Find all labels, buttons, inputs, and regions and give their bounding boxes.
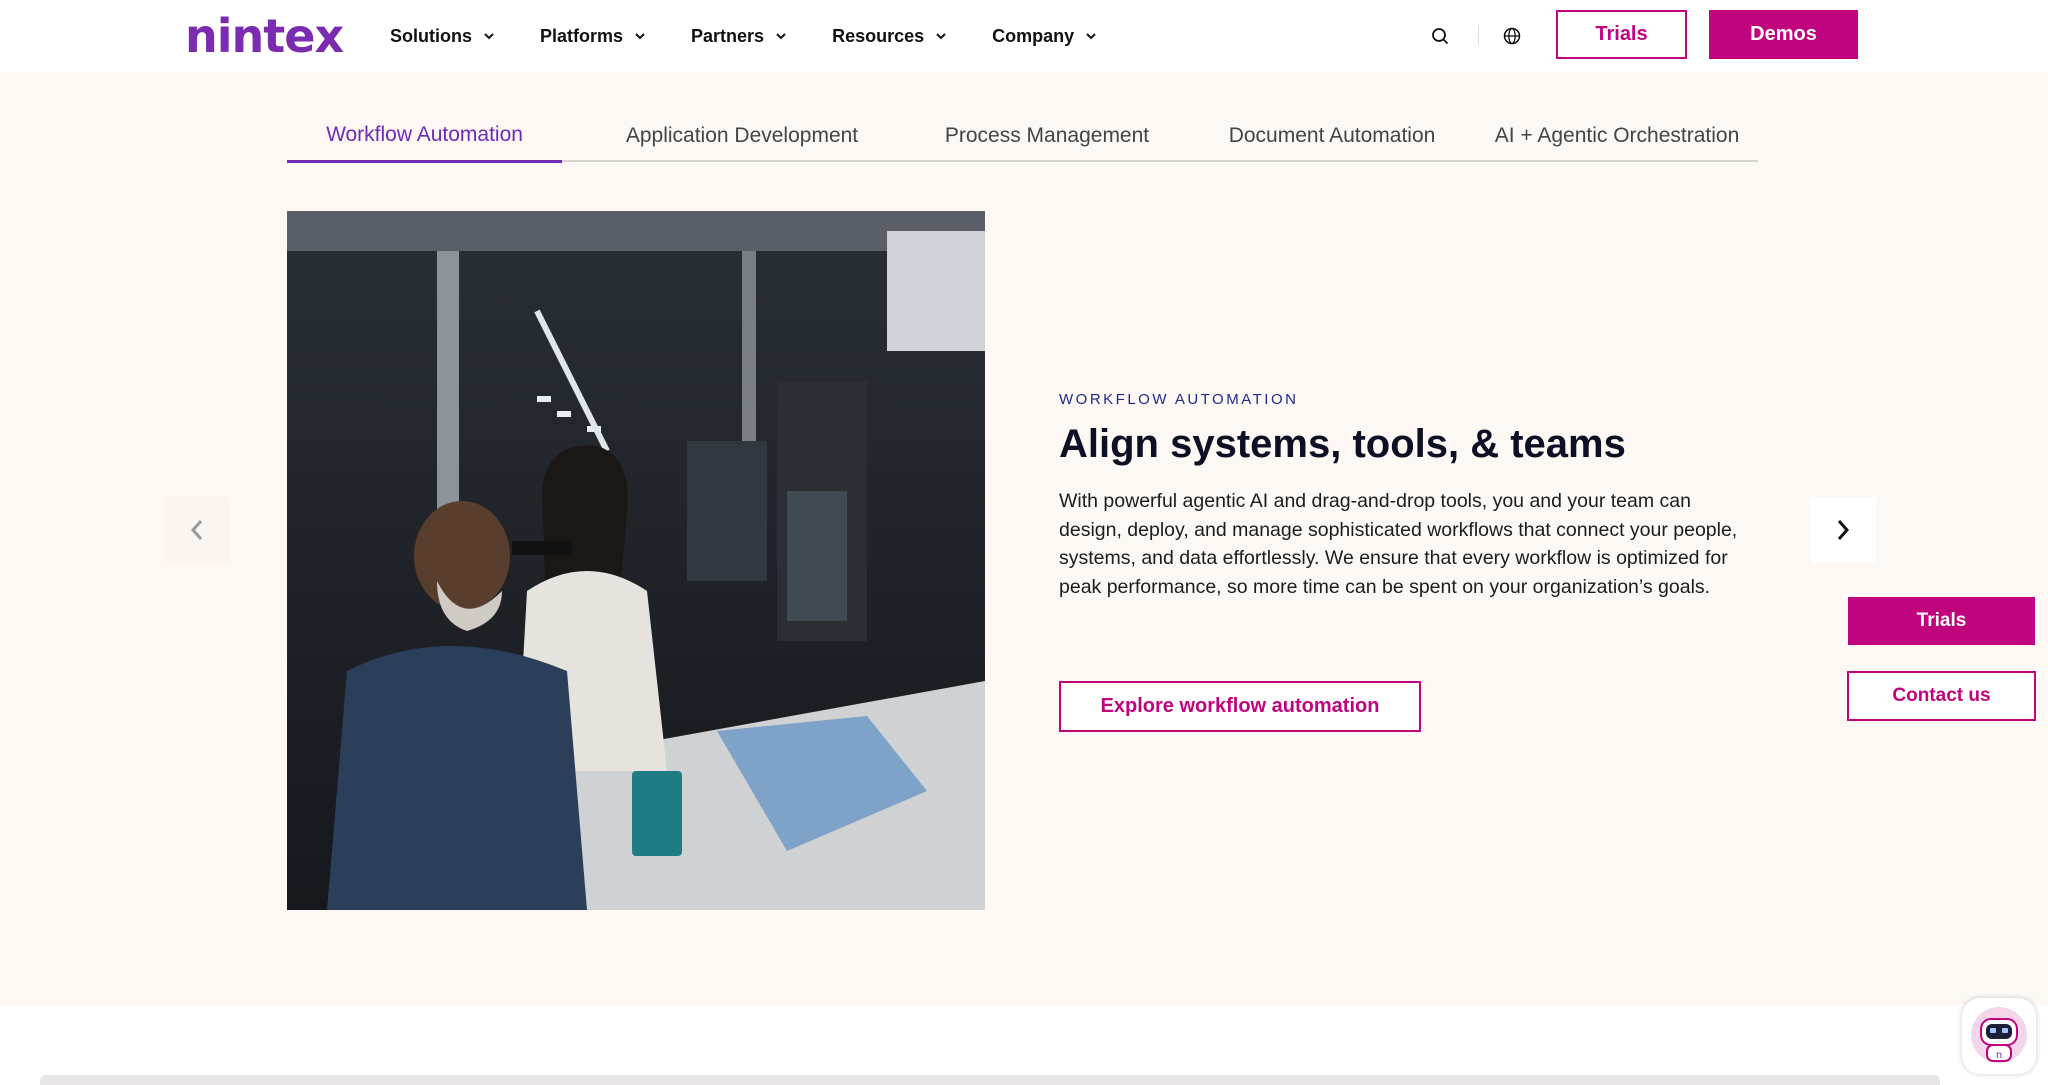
demos-button[interactable]: Demos <box>1709 10 1858 59</box>
nav-resources[interactable]: Resources <box>832 26 948 47</box>
feature-eyebrow: WORKFLOW AUTOMATION <box>1059 391 1299 408</box>
nintex-logo[interactable]: nintex <box>185 8 344 64</box>
nav-company-label: Company <box>992 25 1075 46</box>
nav-partners-label: Partners <box>691 25 765 46</box>
tab-ai-agentic-orchestration[interactable]: AI + Agentic Orchestration <box>1467 110 1767 162</box>
search-icon[interactable] <box>1426 22 1454 50</box>
svg-text:n: n <box>1996 1050 2002 1061</box>
site-header: nintex Solutions Platforms Partners Reso… <box>0 0 2048 72</box>
feature-description: With powerful agentic AI and drag-and-dr… <box>1059 490 1738 598</box>
nav-resources-label: Resources <box>832 25 925 46</box>
floating-trials-button[interactable]: Trials <box>1848 597 2035 645</box>
tab-document-automation[interactable]: Document Automation <box>1187 110 1477 162</box>
header-divider <box>1478 25 1479 45</box>
chevron-right-icon <box>1837 520 1850 540</box>
nav-company[interactable]: Company <box>992 26 1098 47</box>
chevron-down-icon <box>776 33 786 40</box>
nav-solutions-label: Solutions <box>390 25 472 46</box>
nav-platforms[interactable]: Platforms <box>540 26 647 47</box>
chevron-down-icon <box>484 33 494 40</box>
chatbot-launcher[interactable]: n <box>1962 998 2036 1074</box>
robot-icon: n <box>1971 1007 2027 1063</box>
tab-application-development[interactable]: Application Development <box>587 110 897 162</box>
solution-tabs: Workflow Automation Application Developm… <box>287 110 1758 163</box>
chevron-left-icon <box>190 520 203 540</box>
main-nav: Solutions Platforms Partners Resources C… <box>390 0 1142 72</box>
carousel-next-button[interactable] <box>1810 497 1876 563</box>
nav-platforms-label: Platforms <box>540 25 624 46</box>
office-collaboration-photo <box>287 211 985 910</box>
nav-partners[interactable]: Partners <box>691 26 788 47</box>
explore-workflow-automation-button[interactable]: Explore workflow automation <box>1059 681 1421 732</box>
tab-process-management[interactable]: Process Management <box>897 110 1197 162</box>
card-edge <box>40 1075 1940 1085</box>
nav-solutions[interactable]: Solutions <box>390 26 496 47</box>
chevron-down-icon <box>1086 33 1096 40</box>
feature-headline: Align systems, tools, & teams <box>1059 422 1626 466</box>
carousel-prev-button[interactable] <box>164 497 230 563</box>
next-section <box>0 1005 2048 1085</box>
floating-contact-us-button[interactable]: Contact us <box>1847 671 2036 721</box>
globe-icon[interactable] <box>1498 22 1526 50</box>
chevron-down-icon <box>635 33 645 40</box>
chevron-down-icon <box>936 33 946 40</box>
tab-workflow-automation[interactable]: Workflow Automation <box>287 110 562 163</box>
trials-button[interactable]: Trials <box>1556 10 1687 59</box>
